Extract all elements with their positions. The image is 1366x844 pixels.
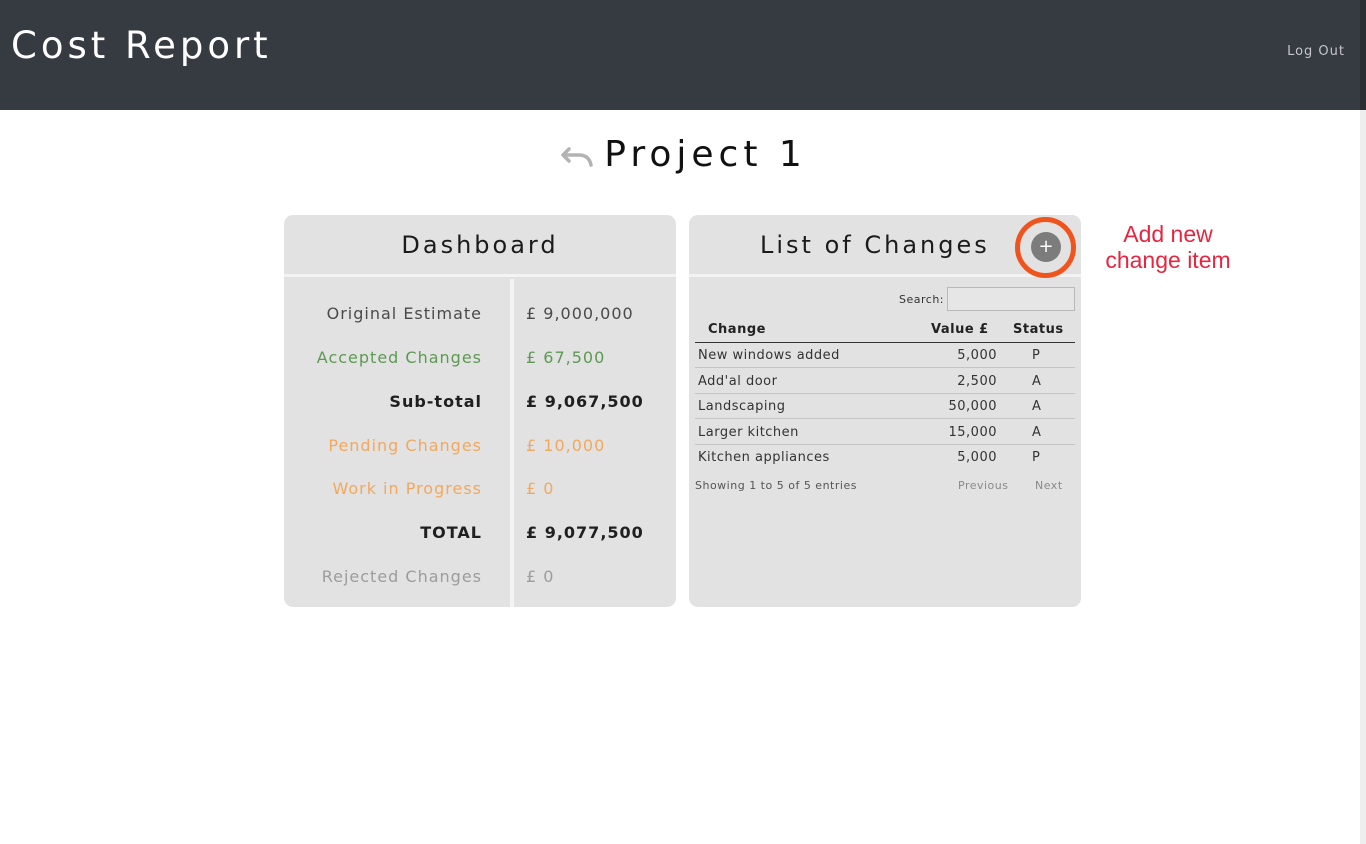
scrollbar-thumb[interactable]	[1360, 0, 1366, 110]
table-info: Showing 1 to 5 of 5 entries	[695, 479, 857, 492]
cell-change: New windows added	[698, 348, 840, 363]
dashboard-value: £ 9,077,500	[526, 523, 644, 542]
dashboard-title: Dashboard	[401, 231, 559, 259]
dashboard-label: Sub-total	[389, 392, 482, 411]
cell-change: Larger kitchen	[698, 425, 799, 440]
table-row[interactable]: Larger kitchen 15,000 A	[695, 420, 1075, 445]
callout-line: Add new	[1123, 221, 1213, 247]
cell-value: 2,500	[957, 374, 997, 389]
dashboard-value: £ 0	[526, 567, 555, 586]
cell-value: 5,000	[957, 348, 997, 363]
dashboard-value: £ 9,000,000	[526, 304, 634, 323]
column-header-change[interactable]: Change	[708, 322, 766, 337]
column-header-value[interactable]: Value £	[931, 322, 989, 337]
search-input[interactable]	[947, 287, 1075, 311]
dashboard-value: £ 67,500	[526, 348, 606, 367]
dashboard-row-subtotal: Sub-total £ 9,067,500	[284, 392, 676, 416]
table-row[interactable]: New windows added 5,000 P	[695, 343, 1075, 368]
logout-link[interactable]: Log Out	[1287, 44, 1345, 59]
next-page-button[interactable]: Next	[1035, 479, 1063, 492]
callout-line: change item	[1105, 247, 1231, 273]
dashboard-row-original-estimate: Original Estimate £ 9,000,000	[284, 304, 676, 328]
table-row[interactable]: Kitchen appliances 5,000 P	[695, 445, 1075, 470]
dashboard-row-accepted-changes: Accepted Changes £ 67,500	[284, 348, 676, 372]
cell-value: 50,000	[948, 399, 997, 414]
column-header-status[interactable]: Status	[1013, 322, 1064, 337]
changes-title: List of Changes	[760, 231, 990, 259]
dashboard-label: Original Estimate	[326, 304, 482, 323]
cell-value: 5,000	[957, 450, 997, 465]
cell-status: A	[1032, 399, 1042, 414]
table-row[interactable]: Landscaping 50,000 A	[695, 394, 1075, 419]
callout-text: Add new change item	[1092, 221, 1244, 273]
project-title: Project 1	[604, 134, 807, 175]
cell-status: A	[1032, 425, 1042, 440]
dashboard-header: Dashboard	[284, 215, 676, 277]
cell-status: A	[1032, 374, 1042, 389]
dashboard-row-pending-changes: Pending Changes £ 10,000	[284, 436, 676, 460]
search-label: Search:	[899, 293, 944, 306]
previous-page-button[interactable]: Previous	[958, 479, 1009, 492]
dashboard-value: £ 9,067,500	[526, 392, 644, 411]
cell-change: Landscaping	[698, 399, 786, 414]
dashboard-value: £ 10,000	[526, 436, 606, 455]
dashboard-row-total: TOTAL £ 9,077,500	[284, 523, 676, 547]
undo-arrow-icon[interactable]	[559, 137, 595, 173]
cell-change: Kitchen appliances	[698, 450, 830, 465]
dashboard-label: Accepted Changes	[316, 348, 482, 367]
highlight-ring	[1015, 217, 1076, 278]
scrollbar-track[interactable]	[1360, 0, 1366, 844]
cell-status: P	[1032, 348, 1041, 363]
dashboard-row-work-in-progress: Work in Progress £ 0	[284, 479, 676, 503]
cell-status: P	[1032, 450, 1041, 465]
app-title: Cost Report	[11, 24, 272, 67]
table-row[interactable]: Add'al door 2,500 A	[695, 369, 1075, 394]
dashboard-label: Rejected Changes	[321, 567, 482, 586]
dashboard-label: Work in Progress	[332, 479, 482, 498]
dashboard-label: Pending Changes	[328, 436, 482, 455]
dashboard-value: £ 0	[526, 479, 555, 498]
dashboard-row-rejected-changes: Rejected Changes £ 0	[284, 567, 676, 591]
dashboard-label: TOTAL	[420, 523, 482, 542]
cell-value: 15,000	[948, 425, 997, 440]
cell-change: Add'al door	[698, 374, 778, 389]
project-title-bar: Project 1	[0, 134, 1366, 184]
app-header: Cost Report Log Out	[0, 0, 1366, 110]
